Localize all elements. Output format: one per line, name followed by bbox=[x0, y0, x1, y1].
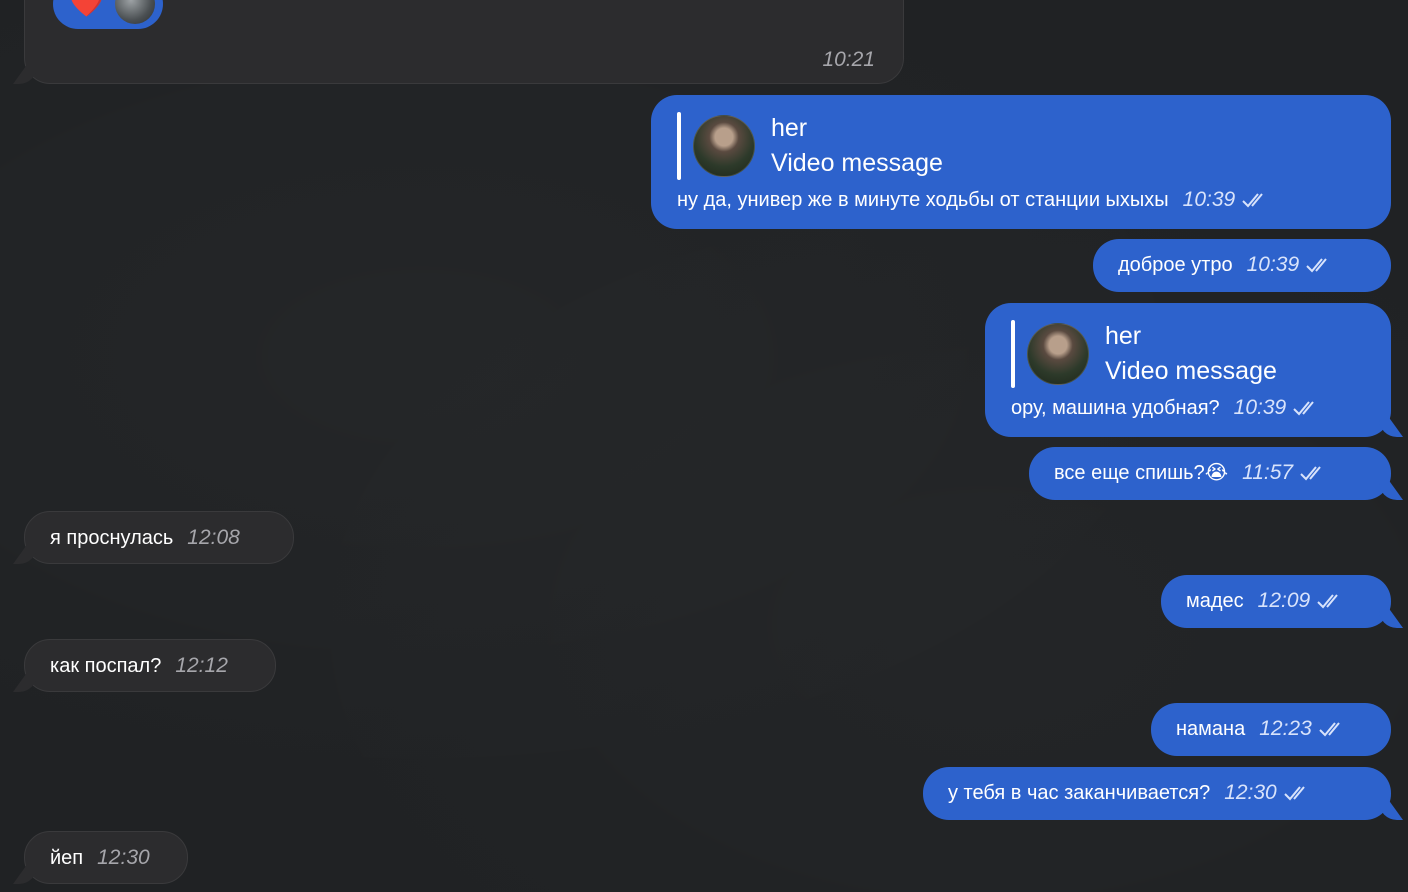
message-time: 12:30 bbox=[97, 846, 150, 869]
message-text: мадес bbox=[1186, 590, 1244, 612]
reply-bar bbox=[1011, 320, 1015, 388]
double-check-icon bbox=[1293, 401, 1314, 416]
message-time: 12:23 bbox=[1259, 717, 1312, 740]
message-text: йеп bbox=[50, 847, 84, 869]
bubble-tail bbox=[1379, 608, 1403, 628]
message-bubble-outgoing[interactable]: доброе утро 10:39 bbox=[1093, 239, 1391, 292]
reply-preview[interactable]: her Video message bbox=[677, 111, 943, 181]
message-time: 12:30 bbox=[1224, 781, 1277, 804]
message-bubble-outgoing[interactable]: у тебя в час заканчивается? 12:30 bbox=[923, 767, 1403, 820]
bubble-tail bbox=[13, 672, 37, 692]
double-check-icon bbox=[1242, 193, 1264, 208]
video-thumbnail-icon bbox=[1027, 323, 1089, 385]
message-bubble-outgoing[interactable]: намана 12:23 bbox=[1151, 703, 1391, 756]
message-bubble-incoming[interactable]: ❤️ 10:21 bbox=[13, 0, 904, 84]
message-time: 10:39 bbox=[1246, 253, 1300, 276]
bubble-tail bbox=[1379, 800, 1403, 820]
message-text: все еще спишь?😭 bbox=[1054, 462, 1229, 484]
reply-type: Video message bbox=[771, 149, 943, 177]
bubble-tail bbox=[13, 864, 37, 884]
message-bubble-incoming[interactable]: йеп 12:30 bbox=[13, 831, 188, 884]
reply-author: her bbox=[1105, 322, 1142, 350]
double-check-icon bbox=[1306, 258, 1327, 273]
message-bubble-outgoing[interactable]: все еще спишь?😭 11:57 bbox=[1029, 447, 1403, 500]
reaction-chip[interactable]: ❤️ bbox=[53, 0, 163, 29]
message-bubble-outgoing[interactable]: мадес 12:09 bbox=[1161, 575, 1403, 628]
message-time: 10:21 bbox=[822, 48, 875, 71]
bubble-tail bbox=[13, 544, 37, 564]
message-bubble-outgoing[interactable]: her Video message ору, машина удобная? 1… bbox=[985, 303, 1403, 437]
bubble-tail bbox=[13, 64, 37, 84]
message-text: как поспал? bbox=[50, 655, 162, 677]
message-time: 10:39 bbox=[1233, 396, 1287, 419]
double-check-icon bbox=[1284, 786, 1305, 801]
message-bubble-outgoing[interactable]: her Video message ну да, универ же в мин… bbox=[651, 95, 1391, 229]
video-thumbnail-icon bbox=[693, 115, 755, 177]
bubble-tail bbox=[1379, 417, 1403, 437]
avatar bbox=[115, 0, 155, 24]
message-text: я проснулась bbox=[50, 527, 174, 549]
message-text: у тебя в час заканчивается? bbox=[948, 782, 1211, 804]
double-check-icon bbox=[1317, 594, 1339, 609]
message-text: ну да, универ же в минуте ходьбы от стан… bbox=[677, 189, 1169, 211]
message-text: ору, машина удобная? bbox=[1011, 397, 1220, 419]
message-time: 10:39 bbox=[1182, 188, 1236, 211]
reply-author: her bbox=[771, 114, 808, 142]
reply-preview[interactable]: her Video message bbox=[1011, 319, 1277, 389]
reply-bar bbox=[677, 112, 681, 180]
message-bubble-incoming[interactable]: как поспал? 12:12 bbox=[13, 639, 276, 692]
message-text: доброе утро bbox=[1118, 254, 1233, 276]
double-check-icon bbox=[1300, 466, 1321, 481]
message-time: 12:09 bbox=[1257, 589, 1311, 612]
message-time: 12:12 bbox=[175, 654, 228, 677]
heart-icon: ❤️ bbox=[69, 0, 104, 18]
bubble-tail bbox=[1379, 480, 1403, 500]
message-time: 11:57 bbox=[1242, 461, 1294, 484]
message-bubble-incoming[interactable]: я проснулась 12:08 bbox=[13, 511, 294, 564]
reply-type: Video message bbox=[1105, 357, 1277, 385]
message-text: намана bbox=[1176, 718, 1246, 740]
message-time: 12:08 bbox=[187, 526, 240, 549]
double-check-icon bbox=[1319, 722, 1340, 737]
